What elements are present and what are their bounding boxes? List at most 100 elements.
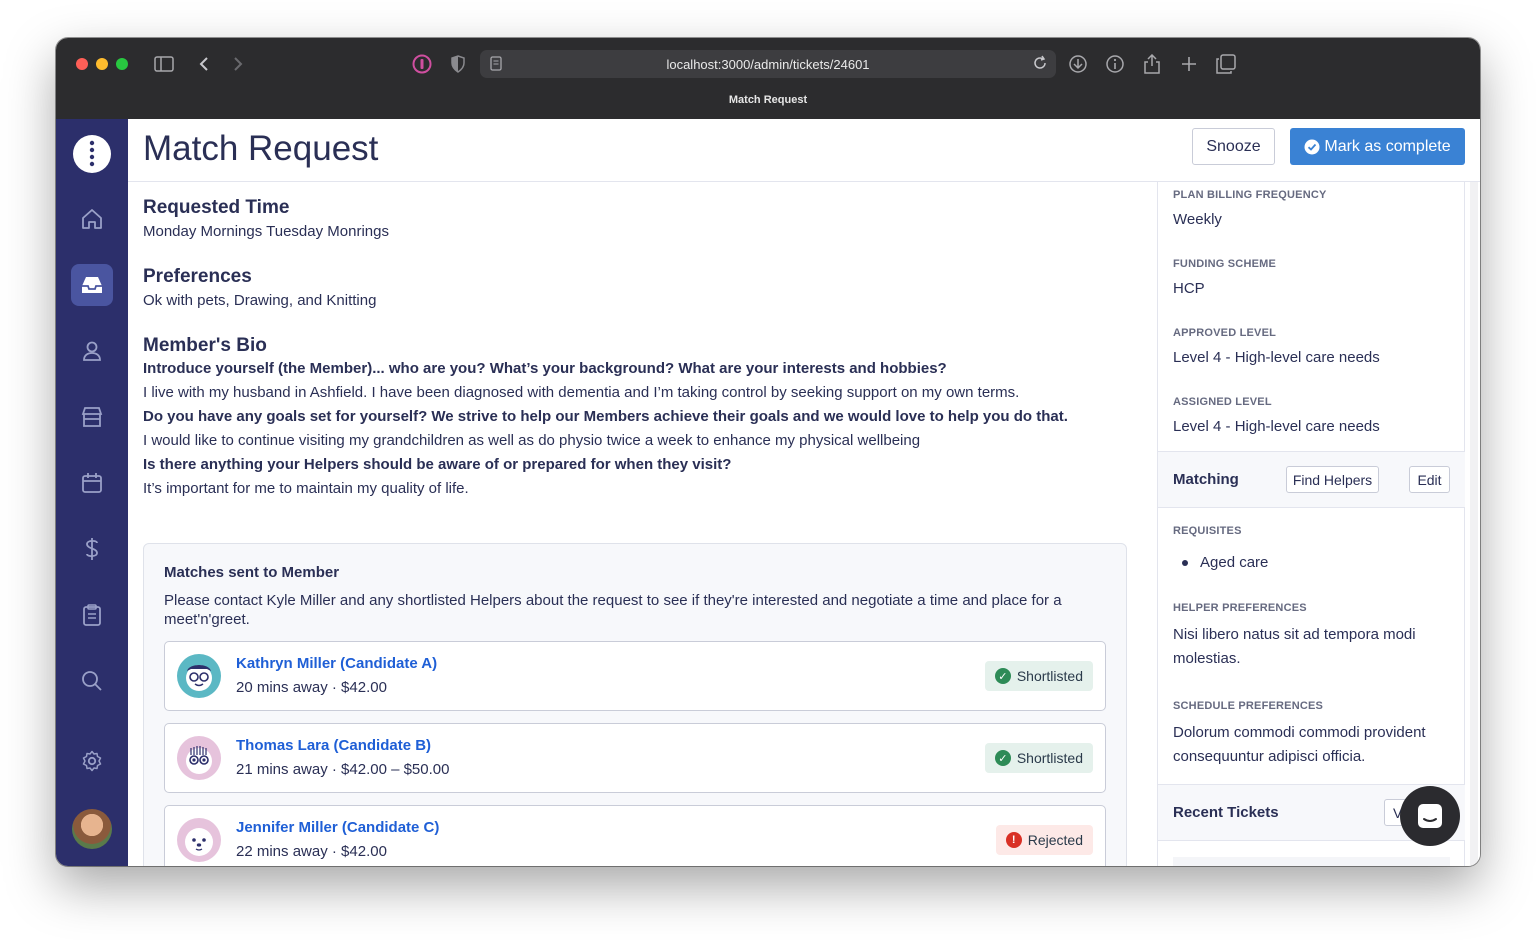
- status-badge-label: Shortlisted: [1016, 750, 1083, 766]
- page-icon: [490, 56, 502, 74]
- candidate-meta: 20 mins away · $42.00: [236, 679, 387, 696]
- matching-title: Matching: [1173, 471, 1239, 488]
- candidate-name-link[interactable]: Jennifer Miller (Candidate C): [236, 819, 439, 836]
- request-details: Requested Time Monday Mornings Tuesday M…: [143, 197, 1133, 501]
- back-icon[interactable]: [194, 52, 214, 76]
- forward-icon[interactable]: [228, 52, 248, 76]
- alert-icon: !: [1005, 832, 1022, 848]
- check-icon: ✓: [994, 668, 1011, 684]
- browser-titlebar: localhost:3000/admin/tickets/24601 Match…: [56, 38, 1480, 119]
- maximize-window-button[interactable]: [116, 58, 128, 70]
- candidate-card[interactable]: Jennifer Miller (Candidate C) 22 mins aw…: [164, 805, 1106, 866]
- user-avatar[interactable]: [72, 809, 112, 849]
- nav-gear-icon[interactable]: [71, 740, 113, 782]
- bio-answer: I live with my husband in Ashfield. I ha…: [143, 384, 1020, 401]
- candidate-avatar: [177, 654, 221, 698]
- download-icon[interactable]: [1066, 52, 1090, 76]
- matches-description: Please contact Kyle Miller and any short…: [164, 592, 1062, 628]
- browser-window: localhost:3000/admin/tickets/24601 Match…: [56, 38, 1480, 866]
- nav-clipboard-icon[interactable]: [71, 594, 113, 636]
- nav-search-icon[interactable]: [71, 660, 113, 702]
- scrollbar[interactable]: [1470, 182, 1478, 866]
- bio-answer: It’s important for me to maintain my qua…: [143, 480, 469, 497]
- nav-home-icon[interactable]: [71, 198, 113, 240]
- close-window-button[interactable]: [76, 58, 88, 70]
- candidate-avatar: [177, 736, 221, 780]
- helper-preferences-label: HELPER PREFERENCES: [1173, 602, 1307, 614]
- candidate-name-link[interactable]: Kathryn Miller (Candidate A): [236, 655, 437, 672]
- candidate-card[interactable]: Kathryn Miller (Candidate A) 20 mins awa…: [164, 641, 1106, 711]
- edit-matching-button[interactable]: Edit: [1409, 466, 1450, 493]
- candidate-name-link[interactable]: Thomas Lara (Candidate B): [236, 737, 431, 754]
- nav-dollar-icon[interactable]: [71, 528, 113, 570]
- app-logo[interactable]: [73, 135, 111, 173]
- helper-preferences-value: Nisi libero natus sit ad tempora modi mo…: [1173, 626, 1416, 667]
- shield-icon[interactable]: [448, 52, 468, 76]
- member-bio-heading: Member's Bio: [143, 335, 267, 356]
- approved-level-value: Level 4 - High-level care needs: [1173, 349, 1380, 366]
- chat-launcher-button[interactable]: [1400, 786, 1460, 846]
- reload-icon[interactable]: [1032, 55, 1048, 74]
- candidate-avatar: [177, 818, 221, 862]
- bio-question: Is there anything your Helpers should be…: [143, 456, 732, 473]
- schedule-preferences-value: Dolorum commodi commodi provident conseq…: [1173, 724, 1426, 765]
- requested-time-section: Requested Time Monday Mornings Tuesday M…: [143, 197, 1133, 240]
- check-circle-icon: [1304, 139, 1320, 155]
- requisites-label: REQUISITES: [1173, 525, 1242, 537]
- candidate-meta: 22 mins away · $42.00: [236, 843, 387, 860]
- approved-level-label: APPROVED LEVEL: [1173, 327, 1277, 339]
- nav-inbox-icon[interactable]: [71, 264, 113, 306]
- preferences-value: Ok with pets, Drawing, and Knitting: [143, 292, 377, 309]
- nav-user-icon[interactable]: [71, 330, 113, 372]
- bio-question: Introduce yourself (the Member)... who a…: [143, 360, 947, 377]
- mark-complete-label: Mark as complete: [1324, 137, 1451, 155]
- status-badge: ✓ Shortlisted: [984, 743, 1093, 773]
- page-header: Match Request Snooze Mark as complete: [128, 119, 1480, 182]
- info-icon[interactable]: [1103, 52, 1127, 76]
- billing-frequency-value: Weekly: [1173, 211, 1222, 228]
- requested-time-heading: Requested Time: [143, 197, 290, 218]
- new-tab-icon[interactable]: [1177, 52, 1201, 76]
- ticket-details-panel: PLAN BILLING FREQUENCY Weekly FUNDING SC…: [1157, 182, 1465, 866]
- tab-title: Match Request: [728, 94, 808, 106]
- share-icon[interactable]: [1140, 52, 1164, 76]
- status-badge-label: Rejected: [1027, 832, 1083, 848]
- snooze-button[interactable]: Snooze: [1192, 128, 1275, 165]
- requisite-item: Aged care: [1182, 551, 1467, 575]
- requisite-text: Aged care: [1200, 554, 1269, 571]
- password-manager-icon[interactable]: [410, 52, 434, 76]
- status-badge: ! Rejected: [995, 825, 1093, 855]
- nav-store-icon[interactable]: [71, 396, 113, 438]
- member-bio-section: Member's Bio Introduce yourself (the Mem…: [143, 335, 1133, 501]
- funding-scheme-value: HCP: [1173, 280, 1205, 297]
- sidebar-toggle-icon[interactable]: [152, 52, 176, 76]
- preferences-heading: Preferences: [143, 266, 252, 287]
- bio-question: Do you have any goals set for yourself? …: [143, 408, 1068, 425]
- bio-answer: I would like to continue visiting my gra…: [143, 432, 921, 449]
- schedule-preferences-label: SCHEDULE PREFERENCES: [1173, 700, 1324, 712]
- matching-bar: Matching Find Helpers Edit: [1158, 451, 1465, 508]
- preferences-section: Preferences Ok with pets, Drawing, and K…: [143, 266, 1133, 309]
- status-badge-label: Shortlisted: [1016, 668, 1083, 684]
- url-text: localhost:3000/admin/tickets/24601: [666, 56, 870, 72]
- app-sidebar: [56, 119, 128, 866]
- recent-ticket-placeholder: [1173, 857, 1450, 866]
- main-content: Match Request Snooze Mark as complete Re…: [128, 119, 1480, 866]
- bullet-icon: [1182, 560, 1188, 567]
- nav-calendar-icon[interactable]: [71, 462, 113, 504]
- minimize-window-button[interactable]: [96, 58, 108, 70]
- candidate-card[interactable]: Thomas Lara (Candidate B) 21 mins away ·…: [164, 723, 1106, 793]
- matches-title: Matches sent to Member: [164, 564, 340, 581]
- billing-frequency-label: PLAN BILLING FREQUENCY: [1173, 189, 1327, 201]
- funding-scheme-label: FUNDING SCHEME: [1173, 258, 1277, 270]
- chat-icon: [1416, 802, 1444, 830]
- status-badge: ✓ Shortlisted: [984, 661, 1093, 691]
- tabs-overview-icon[interactable]: [1214, 52, 1238, 76]
- recent-tickets-title: Recent Tickets: [1173, 804, 1279, 821]
- assigned-level-value: Level 4 - High-level care needs: [1173, 418, 1380, 435]
- matches-panel: Matches sent to Member Please contact Ky…: [143, 543, 1127, 866]
- page-title: Match Request: [143, 129, 379, 168]
- find-helpers-button[interactable]: Find Helpers: [1286, 466, 1379, 493]
- mark-complete-button[interactable]: Mark as complete: [1290, 128, 1465, 165]
- address-bar[interactable]: localhost:3000/admin/tickets/24601: [480, 50, 1056, 78]
